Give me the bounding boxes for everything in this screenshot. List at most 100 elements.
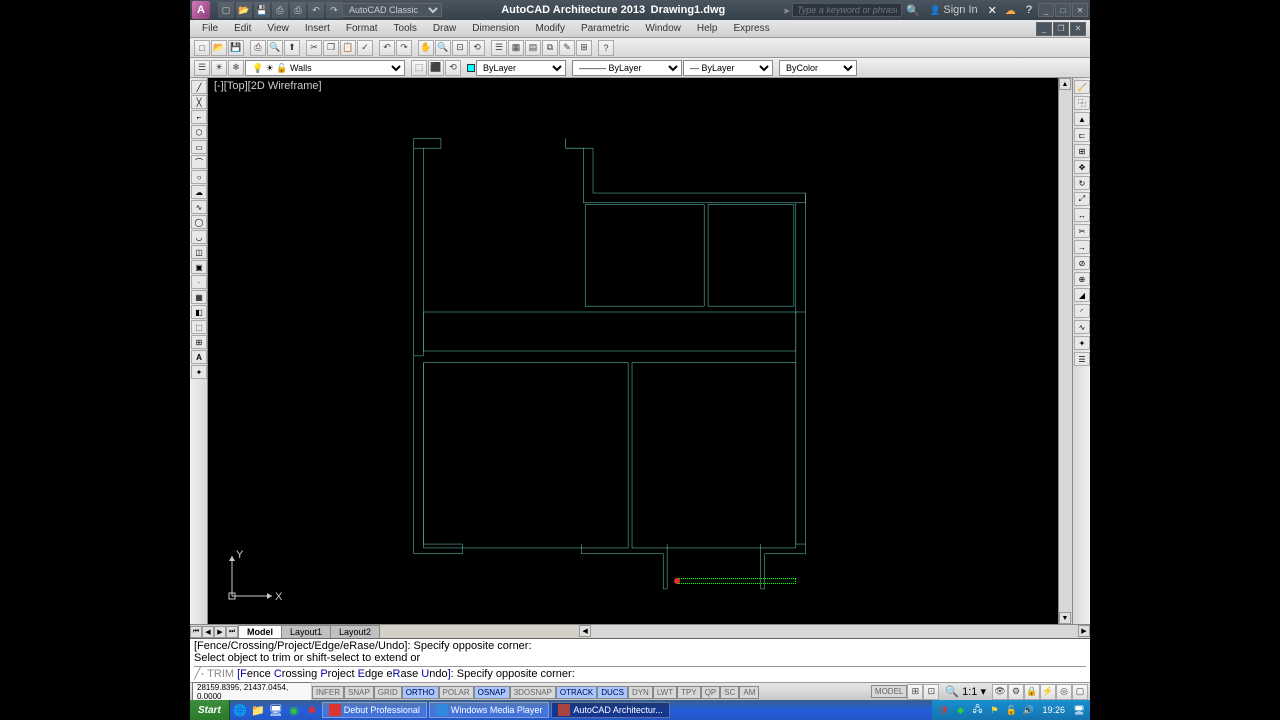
start-button[interactable]: Start: [190, 700, 230, 720]
ql-chrome-icon[interactable]: ◉: [286, 702, 302, 718]
menu-help[interactable]: Help: [689, 21, 726, 36]
blend-icon[interactable]: ∿: [1074, 320, 1090, 334]
table-icon[interactable]: ⊞: [191, 335, 207, 349]
menu-parametric[interactable]: Parametric: [573, 21, 637, 36]
ellipse-arc-icon[interactable]: ◡: [191, 230, 207, 244]
status-toggle-snap[interactable]: SNAP: [344, 686, 374, 699]
scroll-up-icon[interactable]: ▲: [1059, 78, 1071, 90]
model-space-toggle[interactable]: MODEL: [871, 685, 907, 698]
exchange-icon[interactable]: ✕: [988, 4, 997, 17]
hardware-accel-icon[interactable]: ⚡: [1040, 684, 1056, 700]
ellipse-icon[interactable]: ◯: [191, 215, 207, 229]
menu-draw[interactable]: Draw: [425, 21, 464, 36]
status-toggle-sc[interactable]: SC: [720, 686, 739, 699]
status-toggle-qp[interactable]: QP: [701, 686, 721, 699]
vertical-scrollbar[interactable]: ▲ ▼: [1058, 78, 1072, 624]
redo-icon[interactable]: ↷: [396, 40, 412, 56]
new-icon[interactable]: □: [194, 40, 210, 56]
scale-icon[interactable]: ⤢: [1074, 192, 1090, 206]
search-input[interactable]: [792, 3, 902, 17]
anno-scale[interactable]: 🔍 1:1 ▾: [939, 685, 992, 698]
doc-close-button[interactable]: ✕: [1070, 22, 1086, 36]
rectangle-icon[interactable]: ▭: [191, 140, 207, 154]
command-window[interactable]: [Fence/Crossing/Project/Edge/eRase/Undo]…: [190, 638, 1090, 682]
qat-undo-icon[interactable]: ↶: [308, 2, 324, 18]
taskbar-app[interactable]: AutoCAD Architectur...: [551, 702, 670, 718]
sheet-set-icon[interactable]: ⧉: [542, 40, 558, 56]
publish-icon[interactable]: ⬆: [284, 40, 300, 56]
erase-icon[interactable]: 🧹: [1074, 80, 1090, 94]
workspace-icon[interactable]: ⚙: [1008, 684, 1024, 700]
menu-dimension[interactable]: Dimension: [464, 21, 527, 36]
mirror-icon[interactable]: ▲: [1074, 112, 1090, 126]
isolate-icon[interactable]: ◎: [1056, 684, 1072, 700]
help-icon[interactable]: ?: [1026, 4, 1032, 16]
markup-icon[interactable]: ✎: [559, 40, 575, 56]
layer-freeze-icon[interactable]: ❄: [228, 60, 244, 76]
ql-app-icon[interactable]: ✱: [304, 702, 320, 718]
plotstyle-dropdown[interactable]: ByColor: [779, 60, 857, 76]
close-button[interactable]: ✕: [1072, 3, 1088, 17]
help-toolbar-icon[interactable]: ?: [598, 40, 614, 56]
doc-minimize-button[interactable]: _: [1036, 22, 1052, 36]
menu-insert[interactable]: Insert: [297, 21, 338, 36]
status-toggle-infer[interactable]: INFER: [312, 686, 344, 699]
undo-icon[interactable]: ↶: [379, 40, 395, 56]
properties2-icon[interactable]: ☰: [1074, 352, 1090, 366]
line-icon[interactable]: ╱: [191, 80, 207, 94]
status-toggle-otrack[interactable]: OTRACK: [556, 686, 597, 699]
fillet-icon[interactable]: ◜: [1074, 304, 1090, 318]
hatch-icon[interactable]: ▦: [191, 290, 207, 304]
tab-prev-icon[interactable]: ◀: [202, 626, 214, 638]
scroll-left-icon[interactable]: ◀: [579, 625, 591, 637]
point-icon[interactable]: ·: [191, 275, 207, 289]
status-toggle-tpy[interactable]: TPY: [677, 686, 701, 699]
rotate-icon[interactable]: ↻: [1074, 176, 1090, 190]
tray-shield-icon[interactable]: 🛡: [936, 703, 950, 717]
insert-block-icon[interactable]: ◫: [191, 245, 207, 259]
tab-layout1[interactable]: Layout1: [281, 625, 331, 639]
lineweight-dropdown[interactable]: — ByLayer: [683, 60, 773, 76]
status-toggle-lwt[interactable]: LWT: [653, 686, 677, 699]
tab-model[interactable]: Model: [238, 625, 282, 639]
linetype-dropdown[interactable]: ——— ByLayer: [572, 60, 682, 76]
status-toggle-grid[interactable]: GRID: [374, 686, 402, 699]
plot-icon[interactable]: ⎙: [250, 40, 266, 56]
spline-icon[interactable]: ∿: [191, 200, 207, 214]
qat-saveas-icon[interactable]: ⎙: [272, 2, 288, 18]
menu-view[interactable]: View: [259, 21, 297, 36]
mtext-icon[interactable]: A: [191, 350, 207, 364]
circle-icon[interactable]: ○: [191, 170, 207, 184]
join-icon[interactable]: ⊕: [1074, 272, 1090, 286]
qat-plot-icon[interactable]: ⎙: [290, 2, 306, 18]
minimize-button[interactable]: _: [1038, 3, 1054, 17]
tab-next-icon[interactable]: ▶: [214, 626, 226, 638]
copy2-icon[interactable]: ⿻: [1074, 96, 1090, 110]
layer-make-icon[interactable]: ⬚: [411, 60, 427, 76]
anno-vis-icon[interactable]: 👁: [992, 684, 1008, 700]
chamfer-icon[interactable]: ◢: [1074, 288, 1090, 302]
status-toggle-3dosnap[interactable]: 3DOSNAP: [510, 686, 556, 699]
arc-icon[interactable]: ⌒: [191, 155, 207, 169]
tray-safe-icon[interactable]: 🔓: [1004, 703, 1018, 717]
array-icon[interactable]: ⊞: [1074, 144, 1090, 158]
break-icon[interactable]: ⊘: [1074, 256, 1090, 270]
menu-modify[interactable]: Modify: [528, 21, 573, 36]
paste-icon[interactable]: 📋: [340, 40, 356, 56]
taskbar-app[interactable]: Windows Media Player: [429, 702, 550, 718]
pan-icon[interactable]: ✋: [418, 40, 434, 56]
copy-icon[interactable]: ❐: [323, 40, 339, 56]
layer-states-icon[interactable]: ☀: [211, 60, 227, 76]
menu-file[interactable]: File: [194, 21, 226, 36]
doc-restore-button[interactable]: ❐: [1053, 22, 1069, 36]
color-dropdown[interactable]: ByLayer: [476, 60, 566, 76]
layer-prev-icon[interactable]: ⟲: [445, 60, 461, 76]
save-icon[interactable]: 💾: [228, 40, 244, 56]
tab-first-icon[interactable]: ⏮: [190, 626, 202, 638]
scroll-right-icon[interactable]: ▶: [1078, 625, 1090, 637]
match-icon[interactable]: ✓: [357, 40, 373, 56]
zoom-window-icon[interactable]: ⊡: [452, 40, 468, 56]
cloud-icon[interactable]: ☁: [1005, 4, 1016, 17]
trim-icon[interactable]: ✂: [1074, 224, 1090, 238]
properties-icon[interactable]: ☰: [491, 40, 507, 56]
